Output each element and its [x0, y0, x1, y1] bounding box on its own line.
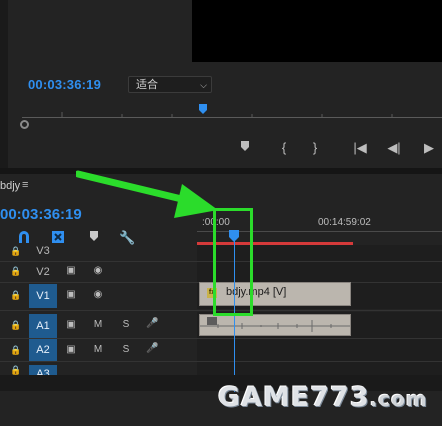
track-label[interactable]: V2 — [29, 262, 57, 282]
monitor-ruler-ticks — [61, 112, 393, 118]
add-marker-tool[interactable] — [86, 230, 102, 246]
mute-button[interactable]: M — [92, 319, 104, 330]
track-label[interactable]: A2 — [29, 339, 57, 361]
watermark-logo: GAME773.com — [218, 382, 428, 413]
lock-icon[interactable]: 🔒 — [10, 266, 21, 276]
lock-icon[interactable]: 🔒 — [10, 246, 21, 256]
audio-clip[interactable] — [199, 314, 351, 336]
eye-icon[interactable]: ◉ — [91, 289, 105, 300]
step-back-button[interactable]: ◀| — [386, 140, 402, 156]
go-to-in-button[interactable]: |◀ — [352, 140, 368, 156]
magnet-icon — [19, 231, 29, 243]
annotation-arrow-icon — [76, 170, 218, 218]
sync-lock-icon[interactable]: ▣ — [64, 319, 78, 330]
step-back-icon: ◀| — [387, 140, 401, 155]
panel-menu-icon[interactable]: ≡ — [22, 179, 28, 191]
add-marker-button[interactable] — [237, 140, 253, 156]
linked-selection-icon — [52, 231, 64, 243]
mark-in-button[interactable]: { — [276, 140, 292, 156]
timeline-timecode[interactable]: 00:03:36:19 — [0, 206, 82, 223]
track-label[interactable]: A3 — [29, 365, 57, 375]
play-icon: ▶ — [424, 140, 434, 155]
track-label[interactable]: V3 — [29, 243, 57, 259]
video-preview — [192, 0, 442, 62]
mute-button[interactable]: M — [92, 344, 104, 355]
mark-in-icon: { — [281, 140, 287, 155]
sync-lock-icon[interactable]: ▣ — [64, 344, 78, 355]
timeline-settings-button[interactable]: 🔧 — [119, 230, 135, 246]
track-row-a3: 🔒 A3 — [0, 362, 442, 375]
microphone-icon[interactable]: 🎤 — [146, 343, 158, 354]
lock-icon[interactable]: 🔒 — [10, 320, 21, 330]
lock-icon[interactable]: 🔒 — [10, 290, 21, 300]
zoom-level-select[interactable]: 适合 ⌵ — [128, 76, 212, 93]
zoom-level-value: 适合 — [136, 79, 158, 91]
chevron-down-icon: ⌵ — [200, 80, 207, 90]
sync-lock-icon[interactable]: ▣ — [64, 265, 78, 276]
eye-icon[interactable]: ◉ — [91, 265, 105, 276]
waveform-icon — [200, 320, 350, 332]
lock-icon[interactable]: 🔒 — [10, 365, 21, 375]
sync-lock-icon[interactable]: ▣ — [64, 289, 78, 300]
play-button[interactable]: ▶ — [421, 140, 437, 156]
mark-out-icon: } — [312, 140, 318, 155]
solo-button[interactable]: S — [120, 344, 132, 355]
playhead-timecode[interactable]: 00:03:36:19 — [28, 77, 101, 92]
scrub-start-marker[interactable] — [20, 120, 29, 129]
marker-icon — [241, 141, 249, 151]
go-to-in-icon: |◀ — [353, 140, 367, 155]
watermark-suffix: .com — [369, 387, 428, 411]
monitor-edge — [0, 0, 8, 170]
wrench-icon: 🔧 — [119, 230, 136, 245]
playhead-icon — [199, 104, 207, 114]
track-label[interactable]: V1 — [29, 284, 57, 308]
sequence-tab[interactable]: bdjy — [0, 180, 20, 192]
track-row-a2: 🔒 A2 ▣ M S 🎤 — [0, 339, 442, 361]
lock-icon[interactable]: 🔒 — [10, 345, 21, 355]
microphone-icon[interactable]: 🎤 — [146, 318, 158, 329]
solo-button[interactable]: S — [120, 319, 132, 330]
track-label[interactable]: A1 — [29, 314, 57, 338]
marker-icon — [90, 231, 98, 241]
watermark-text: GAME773 — [218, 382, 370, 413]
mark-out-button[interactable]: } — [307, 140, 323, 156]
ruler-label-tick: 00:14:59:02 — [318, 217, 371, 228]
